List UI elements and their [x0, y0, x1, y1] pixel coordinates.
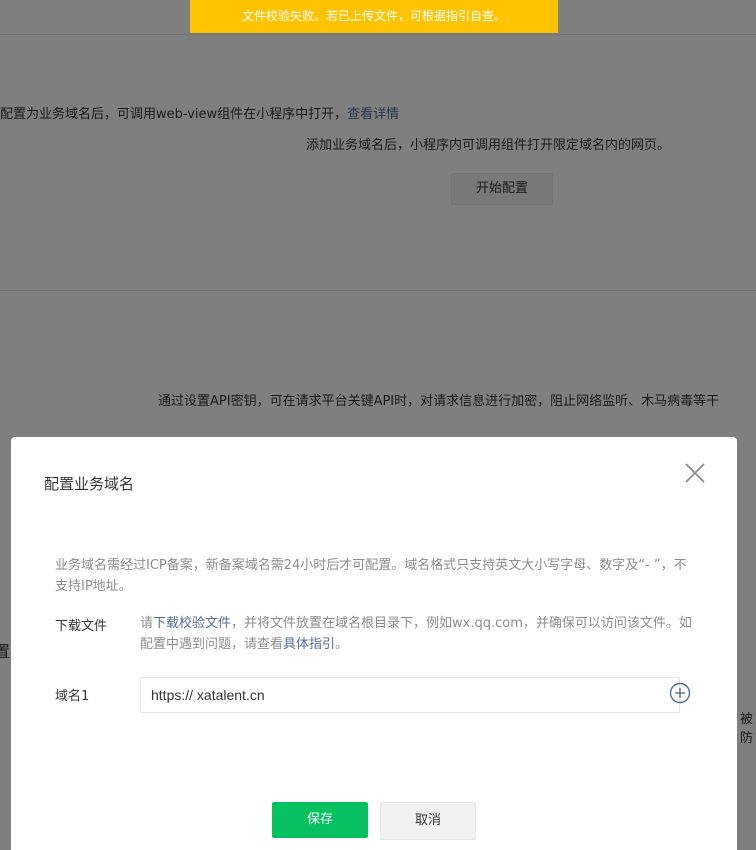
error-toast: 文件校验失败。若已上传文件，可根据指引自查。	[190, 0, 558, 33]
plus-circle-icon[interactable]	[669, 682, 691, 704]
download-file-label: 下载文件	[55, 619, 108, 634]
specific-guide-link[interactable]: 具体指引	[283, 637, 335, 652]
dialog-description: 业务域名需经过ICP备案，新备案域名需24小时后才可配置。域名格式只支持英文大小…	[55, 558, 687, 594]
save-button[interactable]: 保存	[272, 802, 368, 838]
cancel-button[interactable]: 取消	[380, 802, 476, 840]
dialog-title: 配置业务域名	[44, 475, 135, 493]
close-icon[interactable]	[683, 461, 707, 485]
domain-1-label: 域名1	[55, 689, 90, 704]
download-verify-file-link[interactable]: 下载校验文件	[153, 616, 231, 631]
config-domain-dialog: 配置业务域名 业务域名需经过ICP备案，新备案域名需24小时后才可配置。域名格式…	[11, 437, 737, 850]
download-file-instructions: 请下载校验文件，并将文件放置在域名根目录下，例如wx.qq.com，并确保可以访…	[140, 613, 700, 655]
download-text-suffix: 。	[335, 637, 349, 652]
download-text-prefix: 请	[140, 616, 154, 631]
domain-1-input[interactable]	[140, 677, 680, 713]
